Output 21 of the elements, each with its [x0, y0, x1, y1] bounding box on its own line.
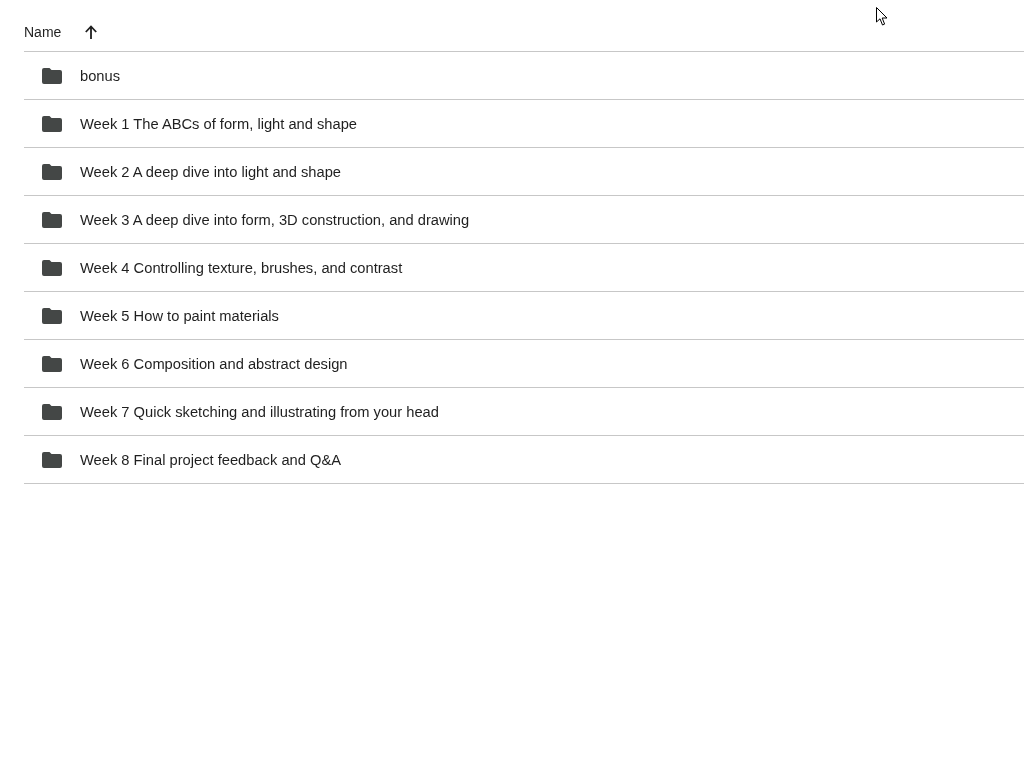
folder-name[interactable]: Week 8 Final project feedback and Q&A	[80, 449, 341, 470]
folder-icon	[42, 307, 62, 324]
folder-icon	[42, 451, 62, 468]
folder-icon	[42, 211, 62, 228]
folder-icon	[42, 163, 62, 180]
folder-icon	[42, 355, 62, 372]
folder-name[interactable]: Week 7 Quick sketching and illustrating from your head	[80, 401, 439, 422]
folder-name[interactable]: Week 5 How to paint materials	[80, 305, 279, 326]
folder-name[interactable]: bonus	[80, 65, 121, 86]
folder-name[interactable]: Week 6 Composition and abstract design	[80, 353, 348, 374]
folder-icon	[42, 259, 62, 276]
folder-name[interactable]: Week 2 A deep dive into light and shape	[80, 161, 342, 182]
mouse-pointer-icon	[876, 7, 888, 26]
folder-name[interactable]: Week 4 Controlling texture, brushes, and contrast	[80, 257, 403, 278]
folder-icon	[42, 115, 62, 132]
folder-icon	[42, 403, 62, 420]
column-header[interactable]: Name	[24, 20, 62, 44]
folder-name[interactable]: Week 3 A deep dive into form, 3D construction, and drawing	[80, 209, 470, 230]
folder-icon	[42, 67, 62, 84]
sort-ascending-button[interactable]	[85, 25, 98, 39]
folder-name[interactable]: Week 1 The ABCs of form, light and shape	[80, 113, 358, 134]
